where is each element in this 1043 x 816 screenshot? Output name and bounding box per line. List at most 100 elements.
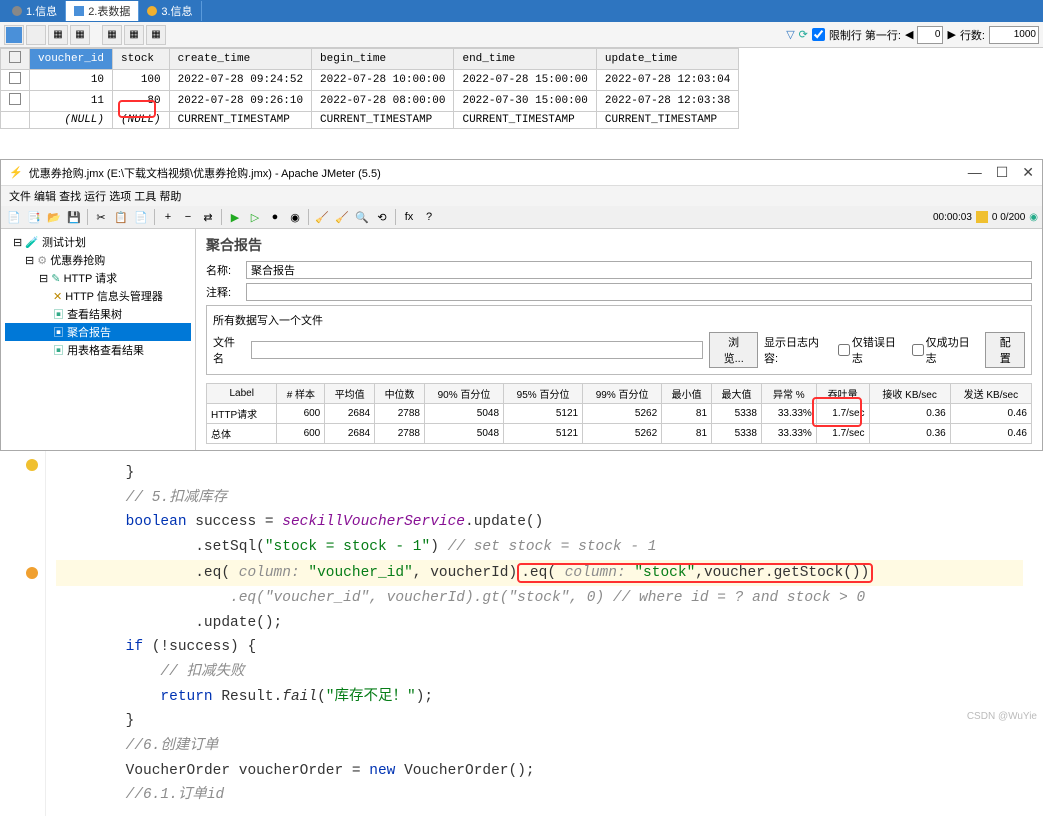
col-end-time[interactable]: end_time [454, 49, 596, 70]
table-row[interactable]: (NULL)(NULL)CURRENT_TIMESTAMPCURRENT_TIM… [1, 112, 739, 129]
aggregate-table: Label # 样本 平均值 中位数 90% 百分位 95% 百分位 99% 百… [206, 383, 1032, 444]
thread-count: 0 0/200 [992, 212, 1025, 223]
group-legend: 所有数据写入一个文件 [213, 312, 1025, 328]
tb-btn4[interactable]: ▦ [102, 25, 122, 45]
maximize-icon[interactable]: ☐ [996, 164, 1009, 181]
clear-all-icon[interactable]: 🧹 [333, 208, 351, 226]
paste-icon[interactable]: 📄 [132, 208, 150, 226]
agg-col[interactable]: 最小值 [662, 384, 712, 404]
error-only-check[interactable] [838, 344, 850, 356]
bulb-icon [26, 567, 38, 579]
tb-btn6[interactable]: ▦ [146, 25, 166, 45]
tb-btn5[interactable]: ▦ [124, 25, 144, 45]
limit-check[interactable] [812, 28, 825, 41]
tree-table-results[interactable]: ▣ 用表格查看结果 [5, 341, 191, 359]
jmeter-window: ⚡ 优惠券抢购.jmx (E:\下载文档视频\优惠券抢购.jmx) - Apac… [0, 159, 1043, 451]
search-icon[interactable]: 🔍 [353, 208, 371, 226]
tree-thread-group[interactable]: ⊟ ⚙ 优惠券抢购 [5, 251, 191, 269]
tb-btn2[interactable]: ▦ [48, 25, 68, 45]
help-icon[interactable]: ? [420, 208, 438, 226]
report-panel: 聚合报告 名称: 注释: 所有数据写入一个文件 文件名 浏览... 显示日志内容… [196, 229, 1042, 450]
checkbox-col [1, 49, 30, 70]
copy-icon[interactable]: 📋 [112, 208, 130, 226]
filter-icon[interactable]: ▽ [786, 28, 794, 41]
col-stock[interactable]: stock [113, 49, 170, 70]
highlight-eq-stock: .eq( column: "stock",voucher.getStock()) [517, 563, 873, 583]
circle-icon [147, 6, 157, 16]
name-input[interactable] [246, 261, 1032, 279]
tb-grid-icon[interactable] [4, 25, 24, 45]
jmeter-menu[interactable]: 文件 编辑 查找 运行 选项 工具 帮助 [1, 186, 1042, 206]
panel-heading: 聚合报告 [206, 235, 1032, 255]
agg-col[interactable]: 平均值 [325, 384, 375, 404]
reset-search-icon[interactable]: ⟲ [373, 208, 391, 226]
open-icon[interactable]: 📂 [45, 208, 63, 226]
agg-col[interactable]: 95% 百分位 [504, 384, 583, 404]
expand-icon[interactable]: + [159, 208, 177, 226]
agg-col[interactable]: 发送 KB/sec [950, 384, 1031, 404]
agg-col[interactable]: # 样本 [277, 384, 325, 404]
tree-header-mgr[interactable]: ✕ HTTP 信息头管理器 [5, 287, 191, 305]
spin-left[interactable]: ◀ [905, 28, 913, 41]
tab-info1[interactable]: 1.信息 [4, 1, 66, 21]
close-icon[interactable]: ✕ [1022, 164, 1034, 181]
tab-data[interactable]: 2.表数据 [66, 1, 139, 21]
col-update-time[interactable]: update_time [596, 49, 738, 70]
col-begin-time[interactable]: begin_time [312, 49, 454, 70]
agg-col[interactable]: 99% 百分位 [583, 384, 662, 404]
file-input[interactable] [251, 341, 703, 359]
bulb-icon [26, 459, 38, 471]
limit-label: 限制行 第一行: [829, 27, 901, 43]
tb-btn1[interactable] [26, 25, 46, 45]
agg-col[interactable]: 中位数 [375, 384, 425, 404]
timer-label: 00:00:03 [933, 212, 972, 223]
grid-icon [74, 6, 84, 16]
agg-col[interactable]: 90% 百分位 [425, 384, 504, 404]
toggle-icon[interactable]: ⇄ [199, 208, 217, 226]
success-only-check[interactable] [912, 344, 924, 356]
collapse-icon[interactable]: − [179, 208, 197, 226]
row-count-input[interactable] [989, 26, 1039, 44]
browse-button[interactable]: 浏览... [709, 332, 758, 368]
cut-icon[interactable]: ✂ [92, 208, 110, 226]
window-title: 优惠券抢购.jmx (E:\下载文档视频\优惠券抢购.jmx) - Apache… [29, 165, 381, 181]
first-row-input[interactable] [917, 26, 943, 44]
table-row[interactable]: 11802022-07-28 09:26:102022-07-28 08:00:… [1, 91, 739, 112]
new-icon[interactable]: 📄 [5, 208, 23, 226]
start-icon[interactable]: ▶ [226, 208, 244, 226]
thread-icon: ◉ [1029, 212, 1038, 223]
tree-agg-report[interactable]: ▣ 聚合报告 [5, 323, 191, 341]
agg-col[interactable]: 吞吐量 [816, 384, 869, 404]
config-button[interactable]: 配置 [985, 332, 1025, 368]
clear-icon[interactable]: 🧹 [313, 208, 331, 226]
start-no-icon[interactable]: ▷ [246, 208, 264, 226]
function-icon[interactable]: fx [400, 208, 418, 226]
agg-col[interactable]: 最大值 [712, 384, 762, 404]
agg-col[interactable]: 异常 % [761, 384, 816, 404]
gutter [0, 451, 46, 816]
shutdown-icon[interactable]: ◉ [286, 208, 304, 226]
db-toolbar: ▦ ▦ ▦ ▦ ▦ ▽ ⟳ 限制行 第一行: ◀ ▶ 行数: [0, 22, 1043, 48]
tree-test-plan[interactable]: ⊟ 🧪 测试计划 [5, 233, 191, 251]
spin-right[interactable]: ▶ [947, 28, 955, 41]
col-create-time[interactable]: create_time [169, 49, 311, 70]
minimize-icon[interactable]: — [968, 164, 982, 181]
agg-row[interactable]: HTTP请求6002684278850485121526281533833.33… [207, 404, 1032, 424]
save-icon[interactable]: 💾 [65, 208, 83, 226]
agg-col[interactable]: 接收 KB/sec [869, 384, 950, 404]
tree-view-results[interactable]: ▣ 查看结果树 [5, 305, 191, 323]
agg-col[interactable]: Label [207, 384, 277, 404]
col-voucher-id[interactable]: voucher_id [30, 49, 113, 70]
db-tabs-bar: 1.信息 2.表数据 3.信息 [0, 0, 1043, 22]
template-icon[interactable]: 📑 [25, 208, 43, 226]
tb-btn3[interactable]: ▦ [70, 25, 90, 45]
name-label: 名称: [206, 262, 246, 278]
tree-http-req[interactable]: ⊟ ✎ HTTP 请求 [5, 269, 191, 287]
comment-input[interactable] [246, 283, 1032, 301]
stop-icon[interactable]: ● [266, 208, 284, 226]
code-editor[interactable]: } // 5.扣减库存 boolean success = seckillVou… [0, 451, 1043, 816]
agg-row[interactable]: 总体6002684278850485121526281533833.33%1.7… [207, 424, 1032, 444]
table-row[interactable]: 101002022-07-28 09:24:522022-07-28 10:00… [1, 70, 739, 91]
refresh-icon[interactable]: ⟳ [799, 28, 808, 41]
tab-info2[interactable]: 3.信息 [139, 1, 201, 21]
